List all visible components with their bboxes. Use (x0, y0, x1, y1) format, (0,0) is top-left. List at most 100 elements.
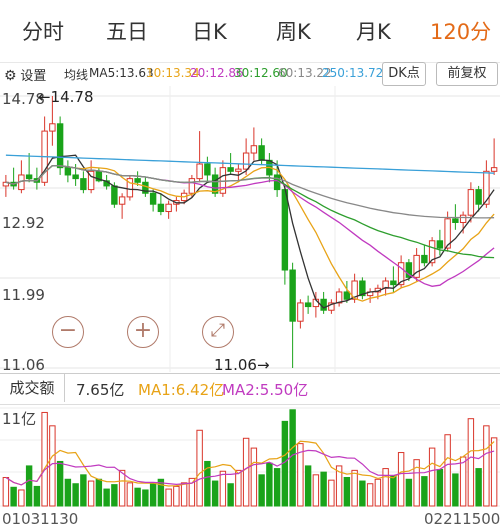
volume-value: 7.65亿 (76, 381, 125, 399)
volume-max-label: 11亿 (2, 410, 37, 428)
volume-bar (490, 437, 498, 507)
volume-bar (111, 484, 118, 507)
volume-bar (18, 489, 25, 507)
volume-bar (149, 483, 157, 507)
zoom-in-button[interactable]: + (127, 316, 159, 348)
candle-body (25, 174, 33, 180)
candle-body (227, 167, 234, 172)
volume-bar (103, 488, 110, 507)
candle-body (281, 189, 289, 271)
candle-body (452, 218, 459, 223)
volume-header: 成交额 7.65亿 MA1:6.42亿 MA2:5.50亿 (0, 373, 500, 405)
volume-bar (351, 469, 358, 507)
zoom-out-button[interactable]: − (52, 316, 84, 348)
price-label-low: 11.06 (2, 356, 45, 374)
volume-bar (250, 447, 258, 507)
candle-body (165, 203, 172, 213)
volume-bar (289, 409, 296, 507)
volume-bar (397, 452, 405, 507)
candle-body (196, 163, 203, 180)
volume-bar (320, 471, 327, 507)
candle-body (304, 302, 312, 308)
volume-bar (219, 470, 227, 507)
volume-bar (304, 465, 312, 507)
volume-bar (328, 479, 335, 507)
candle-body (343, 291, 351, 300)
candle-body (467, 189, 475, 216)
volume-bar (227, 483, 234, 507)
volume-bar (428, 447, 436, 507)
candle-body (49, 123, 56, 132)
candle-body (297, 302, 304, 322)
high-annotation: ←14.78 (38, 88, 94, 106)
candle-body (250, 145, 258, 154)
volume-bar (390, 475, 397, 507)
candle-body (421, 254, 428, 264)
volume-bar (483, 425, 490, 507)
volume-ma2: MA2:5.50亿 (222, 381, 309, 399)
volume-bar (343, 476, 351, 507)
volume-bar (41, 411, 48, 507)
ma250-line (5, 154, 495, 174)
volume-bar (266, 462, 273, 507)
candle-body (118, 196, 126, 205)
volume-bar (33, 485, 41, 507)
ma20-line (5, 164, 495, 287)
volume-bar (382, 468, 389, 507)
fullscreen-button[interactable]: ⤢ (202, 316, 234, 348)
candle-body (390, 280, 397, 286)
candle-body (80, 178, 87, 191)
volume-bar (126, 482, 134, 507)
volume-bar (312, 474, 320, 507)
volume-bar (273, 468, 281, 507)
candle-body (258, 145, 265, 161)
volume-bar (118, 469, 126, 507)
volume-bar (10, 486, 17, 507)
volume-bar (72, 483, 79, 507)
candle-body (459, 214, 467, 223)
volume-bar (64, 478, 72, 507)
price-label-3: 11.99 (2, 286, 45, 304)
volume-bar (142, 489, 149, 507)
ma10-line (5, 164, 495, 302)
candle-body (204, 163, 211, 176)
volume-bar (374, 478, 382, 507)
volume-bar (359, 480, 366, 507)
volume-bar (95, 478, 103, 507)
volume-bar (196, 429, 203, 507)
volume-tab[interactable]: 成交额 (0, 374, 65, 402)
volume-bar (436, 468, 444, 507)
volume-bar (25, 465, 33, 507)
ma5-line (5, 154, 495, 309)
candle-body (56, 123, 64, 169)
candle-body (149, 192, 157, 205)
candle-body (64, 167, 72, 176)
volume-bar (173, 485, 180, 507)
candle-body (157, 203, 165, 213)
low-annotation: 11.06→ (214, 356, 270, 374)
volume-bar (421, 476, 428, 507)
candle-body (242, 152, 250, 170)
candle-body (188, 178, 196, 194)
end-date-label: 02211500 (424, 510, 500, 528)
volume-bar (235, 469, 242, 507)
candle-body (289, 269, 296, 322)
volume-bar (366, 483, 374, 507)
candlestick-chart[interactable] (0, 0, 500, 530)
volume-bar (180, 482, 188, 507)
volume-bar (211, 480, 219, 507)
volume-bar (165, 488, 172, 507)
volume-bar (2, 476, 10, 507)
candle-body (490, 167, 498, 172)
candle-body (436, 240, 444, 249)
volume-bar (80, 474, 87, 507)
volume-bar (444, 434, 451, 507)
volume-bar (459, 456, 467, 507)
candle-body (235, 168, 242, 172)
candle-body (475, 189, 482, 205)
candle-body (111, 185, 118, 205)
volume-bar (452, 473, 459, 507)
candle-body (134, 178, 141, 183)
price-label-2: 12.92 (2, 214, 45, 232)
start-date-label: 01031130 (2, 510, 79, 528)
